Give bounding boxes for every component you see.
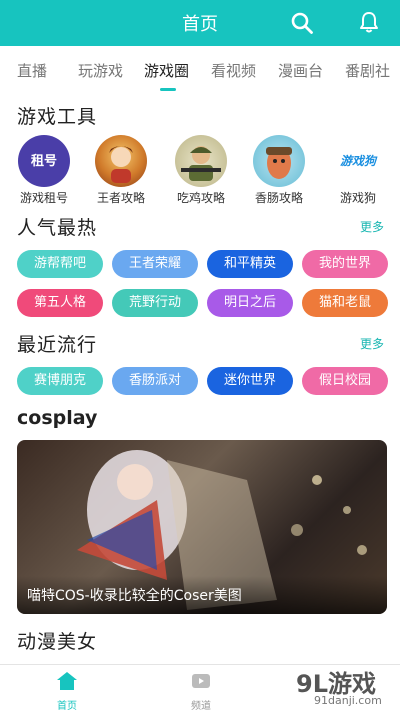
sausage-party-icon [253, 135, 305, 187]
topic-pill[interactable]: 假日校园 [302, 367, 388, 395]
tool-pubg-guide[interactable]: 吃鸡攻略 [166, 135, 236, 206]
page-title: 首页 [182, 14, 218, 35]
top-bar: 首页 [0, 0, 400, 46]
tool-account-rental[interactable]: 租号 游戏租号 [9, 135, 79, 206]
topic-pill[interactable]: 我的世界 [302, 250, 388, 278]
topic-pill[interactable]: 游帮帮吧 [17, 250, 103, 278]
tab-comics[interactable]: 漫画台 [278, 60, 323, 81]
active-tab-indicator [160, 88, 176, 91]
tab-play-games[interactable]: 玩游戏 [78, 60, 123, 81]
tool-game-dog[interactable]: 游戏狗 游戏狗 [323, 135, 393, 206]
search-icon[interactable] [290, 11, 314, 35]
nav-channel[interactable]: 频道 [171, 671, 231, 711]
site-watermark: 9L游戏 91danji.com [296, 670, 382, 707]
section-title-anime: 动漫美女 [17, 631, 98, 653]
popular-more-link[interactable]: 更多 [360, 218, 384, 235]
tab-videos[interactable]: 看视频 [211, 60, 256, 81]
topic-pill[interactable]: 荒野行动 [112, 289, 198, 317]
tab-anime[interactable]: 番剧社 [345, 60, 390, 81]
recent-more-link[interactable]: 更多 [360, 335, 384, 352]
tool-label: 香肠攻略 [254, 191, 303, 205]
tool-label: 吃鸡攻略 [176, 191, 225, 205]
topic-pill[interactable]: 猫和老鼠 [302, 289, 388, 317]
section-title-game-tools: 游戏工具 [17, 106, 98, 128]
category-tabs: 直播 玩游戏 游戏圈 看视频 漫画台 番剧社 [0, 46, 400, 92]
bell-icon[interactable] [357, 10, 381, 34]
topic-pill[interactable]: 明日之后 [207, 289, 293, 317]
tool-label: 王者攻略 [96, 191, 145, 205]
video-channel-icon [192, 674, 210, 688]
home-icon [57, 672, 77, 690]
pubg-icon [175, 135, 227, 187]
tool-label: 游戏租号 [19, 191, 68, 205]
tool-sausage-guide[interactable]: 香肠攻略 [244, 135, 314, 206]
game-dog-icon: 游戏狗 [332, 135, 384, 187]
topic-pill[interactable]: 王者荣耀 [112, 250, 198, 278]
nav-home[interactable]: 首页 [37, 671, 97, 711]
topic-pill[interactable]: 和平精英 [207, 250, 293, 278]
account-rental-icon: 租号 [18, 135, 70, 187]
honor-of-kings-icon [95, 135, 147, 187]
tool-honor-of-kings-guide[interactable]: 王者攻略 [86, 135, 156, 206]
topic-pill[interactable]: 迷你世界 [207, 367, 293, 395]
topic-pill[interactable]: 赛博朋克 [17, 367, 103, 395]
section-title-popular: 人气最热 [17, 217, 98, 239]
cosplay-card[interactable]: 喵特COS-收录比较全的Coser美图 [17, 440, 387, 614]
topic-pill[interactable]: 香肠派对 [112, 367, 198, 395]
tab-live[interactable]: 直播 [17, 60, 47, 81]
tool-label: 游戏狗 [339, 191, 376, 205]
section-title-cosplay: cosplay [17, 407, 98, 429]
tab-game-circle[interactable]: 游戏圈 [144, 60, 189, 81]
section-title-recent: 最近流行 [17, 334, 98, 356]
topic-pill[interactable]: 第五人格 [17, 289, 103, 317]
cosplay-caption: 喵特COS-收录比较全的Coser美图 [27, 588, 242, 604]
